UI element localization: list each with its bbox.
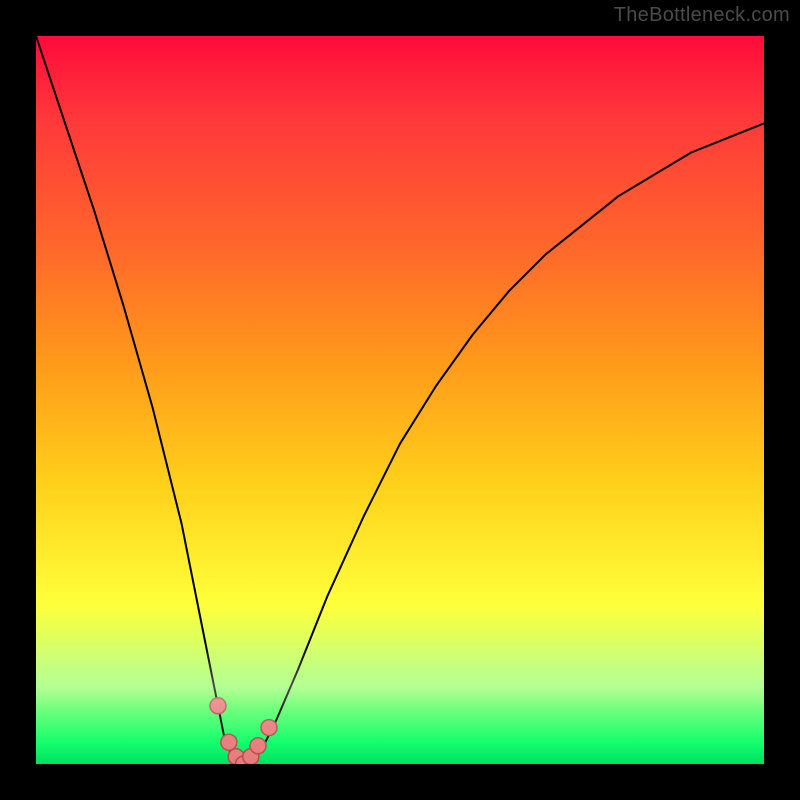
data-marker [236,756,252,764]
data-marker [250,738,266,754]
data-marker [210,698,226,714]
data-marker [221,734,237,750]
plot-area [36,36,764,764]
watermark-text: TheBottleneck.com [614,4,790,27]
chart-frame: TheBottleneck.com [0,0,800,800]
data-marker [243,749,259,764]
data-marker [228,749,244,764]
bottleneck-curve [36,36,764,764]
data-marker [261,720,277,736]
